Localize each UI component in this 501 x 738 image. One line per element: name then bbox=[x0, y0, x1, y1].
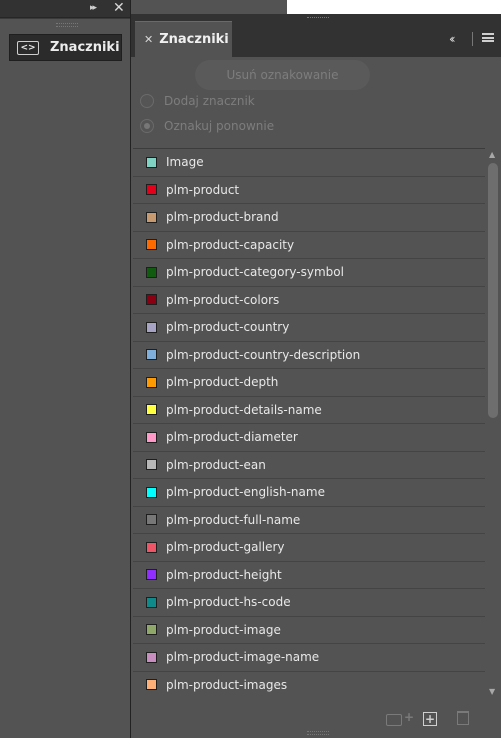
tag-label: plm-product-capacity bbox=[166, 237, 295, 252]
tag-label: plm-product-diameter bbox=[166, 430, 298, 445]
tag-color-swatch bbox=[146, 266, 157, 278]
tag-color-swatch bbox=[146, 459, 157, 471]
tag-color-swatch bbox=[146, 514, 157, 526]
tag-label: plm-product-country-description bbox=[166, 347, 361, 362]
tab-close-icon[interactable]: ✕ bbox=[144, 33, 153, 46]
tag-color-swatch bbox=[146, 376, 157, 388]
mini-dock-body: <> Znaczniki bbox=[0, 18, 131, 68]
panel-tab-bar: ✕ Znaczniki ‹‹ bbox=[131, 19, 501, 57]
tag-label: plm-product-hs-code bbox=[166, 595, 291, 610]
tag-list-item[interactable]: plm-product-image bbox=[133, 617, 485, 644]
tag-label: plm-product-gallery bbox=[166, 540, 285, 555]
radio-retag-label: Oznakuj ponownie bbox=[164, 119, 275, 133]
tag-color-swatch bbox=[146, 184, 157, 196]
tag-color-swatch bbox=[146, 294, 157, 306]
tag-list-item[interactable]: plm-product-gallery bbox=[133, 534, 485, 562]
tags-panel-button-label: Znaczniki bbox=[50, 40, 120, 55]
tags-panel-button[interactable]: <> Znaczniki bbox=[9, 34, 122, 61]
radio-add-tag-control[interactable] bbox=[140, 94, 154, 108]
tag-list-item[interactable]: plm-product-brand bbox=[133, 204, 485, 232]
tag-label: Image bbox=[166, 155, 204, 170]
left-empty-area bbox=[0, 68, 131, 738]
tag-list-item[interactable]: plm-product-english-name bbox=[133, 479, 485, 507]
tag-label: plm-product-details-name bbox=[166, 402, 322, 417]
radio-retag[interactable]: Oznakuj ponownie bbox=[140, 119, 274, 133]
tag-list-item[interactable]: plm-product-full-name bbox=[133, 507, 485, 534]
tag-color-swatch bbox=[146, 349, 157, 361]
tag-color-swatch bbox=[146, 624, 157, 636]
tag-color-swatch bbox=[146, 679, 157, 691]
tag-color-swatch bbox=[146, 596, 157, 608]
divider bbox=[472, 32, 473, 46]
tag-list-item[interactable]: plm-product-diameter bbox=[133, 424, 485, 452]
tag-color-swatch bbox=[146, 211, 157, 223]
tag-list-item[interactable]: plm-product-country-description bbox=[133, 342, 485, 369]
scrollbar-thumb[interactable] bbox=[488, 163, 498, 418]
new-tag-plus-icon: + bbox=[404, 710, 415, 724]
tab-tags[interactable]: ✕ Znaczniki bbox=[135, 21, 232, 57]
mini-dock-header[interactable]: ▸▸ ✕ bbox=[0, 0, 130, 18]
radio-add-tag[interactable]: Dodaj znacznik bbox=[140, 94, 255, 108]
close-icon[interactable]: ✕ bbox=[113, 0, 125, 16]
tag-list-item[interactable]: plm-product-height bbox=[133, 562, 485, 589]
tag-list-item[interactable]: plm-product bbox=[133, 177, 485, 204]
double-chevron-right-icon[interactable]: ▸▸ bbox=[90, 3, 97, 13]
scroll-down-arrow-icon[interactable]: ▼ bbox=[489, 687, 495, 696]
tag-color-swatch bbox=[146, 156, 157, 168]
tab-tags-label: Znaczniki bbox=[159, 32, 229, 47]
tag-color-swatch bbox=[146, 486, 157, 498]
tag-label: plm-product-images bbox=[166, 677, 288, 692]
new-tag-icon[interactable] bbox=[386, 714, 402, 726]
scroll-up-arrow-icon[interactable]: ▲ bbox=[489, 150, 495, 159]
document-edge bbox=[287, 0, 501, 14]
tag-label: plm-product-height bbox=[166, 567, 282, 582]
collapsed-dock: ▸▸ ✕ <> Znaczniki bbox=[0, 0, 131, 68]
tag-list-item[interactable]: plm-product-category-symbol bbox=[133, 259, 485, 287]
tag-label: plm-product-category-symbol bbox=[166, 265, 344, 280]
tag-list-item[interactable]: plm-product-capacity bbox=[133, 232, 485, 259]
grip-handle-bottom[interactable] bbox=[307, 731, 329, 735]
tag-list-item[interactable]: plm-product-depth bbox=[133, 369, 485, 397]
tag-list: Image plm-product plm-product-brand plm-pro… bbox=[133, 148, 485, 698]
tag-list-item[interactable]: plm-product-details-name bbox=[133, 397, 485, 424]
top-gap bbox=[131, 0, 287, 14]
tag-color-swatch bbox=[146, 239, 157, 251]
tags-panel: ✕ Znaczniki ‹‹ Usuń oznakowanie Dodaj zn… bbox=[130, 14, 501, 738]
tag-color-swatch bbox=[146, 569, 157, 581]
tag-list-item[interactable]: plm-product-image-name bbox=[133, 644, 485, 672]
tag-label: plm-product bbox=[166, 182, 240, 197]
tag-color-swatch bbox=[146, 404, 157, 416]
tag-label: plm-product-image bbox=[166, 622, 281, 637]
tag-list-item[interactable]: plm-product-hs-code bbox=[133, 589, 485, 617]
tag-color-swatch bbox=[146, 431, 157, 443]
untag-button[interactable]: Usuń oznakowanie bbox=[195, 60, 370, 90]
trash-icon[interactable] bbox=[457, 711, 469, 725]
tag-label: plm-product-country bbox=[166, 320, 290, 335]
tag-list-item[interactable]: Image bbox=[133, 149, 485, 177]
tag-brackets-icon: <> bbox=[17, 40, 39, 55]
tag-color-swatch bbox=[146, 541, 157, 553]
tag-color-swatch bbox=[146, 651, 157, 663]
tag-list-item[interactable]: plm-product-ean bbox=[133, 452, 485, 479]
panel-body: Usuń oznakowanie Dodaj znacznik Oznakuj … bbox=[131, 57, 501, 738]
radio-retag-control[interactable] bbox=[140, 119, 154, 133]
tag-label: plm-product-colors bbox=[166, 292, 280, 307]
tag-label: plm-product-english-name bbox=[166, 485, 325, 500]
tag-list-item[interactable]: plm-product-images bbox=[133, 672, 485, 699]
tag-list-item[interactable]: plm-product-country bbox=[133, 314, 485, 342]
double-chevron-left-icon[interactable]: ‹‹ bbox=[449, 32, 455, 46]
tag-color-swatch bbox=[146, 321, 157, 333]
tag-label: plm-product-ean bbox=[166, 457, 266, 472]
hamburger-menu-icon[interactable] bbox=[482, 33, 494, 42]
radio-add-tag-label: Dodaj znacznik bbox=[164, 94, 255, 108]
tag-label: plm-product-full-name bbox=[166, 512, 301, 527]
add-tag-icon[interactable]: + bbox=[423, 712, 437, 726]
tag-list-item[interactable]: plm-product-colors bbox=[133, 287, 485, 314]
tag-label: plm-product-image-name bbox=[166, 650, 320, 665]
grip-handle[interactable] bbox=[56, 23, 78, 27]
tag-label: plm-product-brand bbox=[166, 210, 279, 225]
scrollbar[interactable]: ▲ ▼ bbox=[485, 148, 500, 698]
tag-label: plm-product-depth bbox=[166, 375, 279, 390]
